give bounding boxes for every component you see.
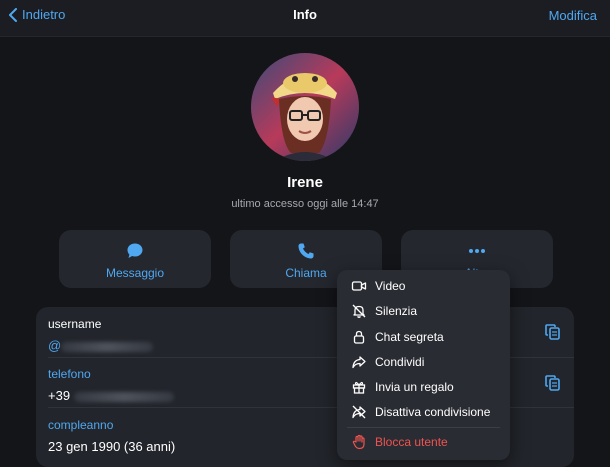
share-off-icon (352, 405, 366, 418)
profile-name: Irene (287, 174, 323, 191)
copy-phone-icon[interactable] (544, 374, 562, 392)
more-options-menu: Video Silenzia Chat segreta Condividi In… (337, 270, 510, 460)
gift-icon (352, 381, 366, 394)
menu-item-label: Invia un regalo (375, 379, 454, 394)
lock-icon (353, 330, 365, 344)
top-navigation-bar: Indietro Info Modifica (0, 0, 610, 37)
phone-icon (298, 243, 314, 259)
chat-bubble-icon (127, 243, 143, 258)
menu-item-block-user[interactable]: Blocca utente (337, 429, 510, 454)
bell-muted-icon (352, 304, 366, 318)
last-seen-status: ultimo accesso oggi alle 14:47 (231, 198, 379, 210)
menu-item-mute[interactable]: Silenzia (337, 298, 510, 323)
menu-item-share[interactable]: Condividi (337, 349, 510, 374)
more-dots-icon (469, 249, 485, 253)
menu-item-disable-sharing[interactable]: Disattiva condivisione (337, 399, 510, 424)
share-arrow-icon (352, 355, 366, 368)
phone-prefix: +39 (48, 388, 71, 403)
avatar[interactable] (251, 53, 359, 161)
message-button[interactable]: Messaggio (59, 230, 211, 288)
menu-item-send-gift[interactable]: Invia un regalo (337, 374, 510, 399)
menu-item-secret-chat[interactable]: Chat segreta (337, 324, 510, 349)
username-prefix: @ (48, 338, 62, 353)
video-camera-icon (351, 280, 367, 291)
page-title: Info (293, 7, 317, 22)
menu-item-label: Disattiva condivisione (375, 404, 491, 419)
hand-stop-icon (352, 434, 365, 449)
copy-username-icon[interactable] (544, 323, 562, 341)
edit-button[interactable]: Modifica (549, 8, 597, 23)
menu-item-label: Condividi (375, 354, 425, 369)
menu-item-label: Video (375, 278, 406, 293)
menu-item-label: Blocca utente (375, 434, 448, 449)
menu-item-label: Chat segreta (375, 329, 444, 344)
message-button-label: Messaggio (105, 266, 165, 280)
menu-item-label: Silenzia (375, 303, 418, 318)
menu-item-video[interactable]: Video (337, 273, 510, 298)
blurred-phone-number (73, 391, 174, 402)
blurred-username (61, 341, 154, 352)
menu-divider (347, 427, 500, 428)
